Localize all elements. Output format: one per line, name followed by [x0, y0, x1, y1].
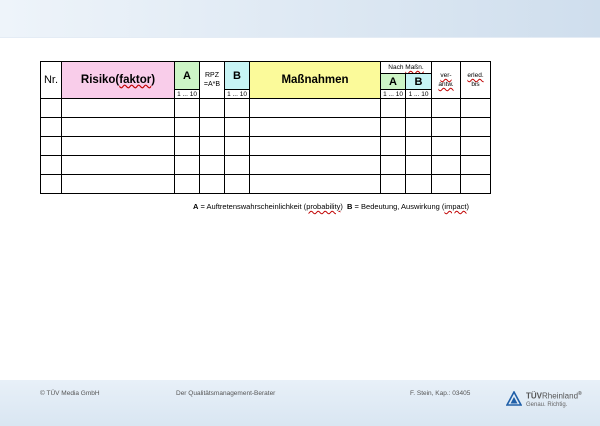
- cell-massnahmen[interactable]: [249, 155, 381, 175]
- header-a: A: [174, 61, 200, 90]
- cell-nach-b[interactable]: [405, 117, 432, 137]
- cell-risiko[interactable]: [61, 136, 175, 156]
- cell-verantw[interactable]: [431, 174, 461, 194]
- cell-erled[interactable]: [460, 155, 491, 175]
- cell-massnahmen[interactable]: [249, 136, 381, 156]
- cell-rpz[interactable]: [199, 98, 225, 118]
- header-rpz: RPZ =A*B: [199, 61, 225, 99]
- logo-tagline: Genau. Richtig.: [526, 402, 568, 408]
- table-legend: A = Auftretenswahrscheinlichkeit (probab…: [193, 202, 469, 211]
- cell-nr[interactable]: [40, 155, 62, 175]
- cell-rpz[interactable]: [199, 136, 225, 156]
- header-band: [0, 0, 600, 38]
- cell-nr[interactable]: [40, 174, 62, 194]
- cell-nach-a[interactable]: [380, 155, 406, 175]
- cell-verantw[interactable]: [431, 98, 461, 118]
- cell-massnahmen[interactable]: [249, 98, 381, 118]
- tuv-rheinland-logo: TÜVRheinland® Genau. Richtig.: [506, 389, 596, 413]
- cell-a[interactable]: [174, 98, 200, 118]
- cell-risiko[interactable]: [61, 117, 175, 137]
- table-row: [40, 117, 491, 137]
- cell-a[interactable]: [174, 155, 200, 175]
- header-nach-a: A: [380, 73, 406, 90]
- cell-risiko[interactable]: [61, 98, 175, 118]
- cell-nach-a[interactable]: [380, 98, 406, 118]
- cell-verantw[interactable]: [431, 117, 461, 137]
- cell-nach-a[interactable]: [380, 174, 406, 194]
- header-nr: Nr.: [40, 61, 62, 99]
- cell-risiko[interactable]: [61, 155, 175, 175]
- header-risiko: Risiko(faktor): [61, 61, 175, 99]
- cell-a[interactable]: [174, 136, 200, 156]
- cell-nr[interactable]: [40, 98, 62, 118]
- cell-nach-b[interactable]: [405, 136, 432, 156]
- cell-b[interactable]: [224, 98, 250, 118]
- table-row: [40, 155, 491, 175]
- footer-copyright: © TÜV Media GmbH: [40, 390, 100, 397]
- cell-a[interactable]: [174, 117, 200, 137]
- cell-rpz[interactable]: [199, 117, 225, 137]
- cell-erled[interactable]: [460, 174, 491, 194]
- cell-b[interactable]: [224, 136, 250, 156]
- footer-reference: F. Stein, Kap.: 03405: [410, 390, 471, 397]
- cell-erled[interactable]: [460, 117, 491, 137]
- header-nach-b: B: [405, 73, 432, 90]
- cell-nach-b[interactable]: [405, 98, 432, 118]
- cell-nach-a[interactable]: [380, 117, 406, 137]
- cell-verantw[interactable]: [431, 155, 461, 175]
- cell-b[interactable]: [224, 155, 250, 175]
- header-nach-massnahmen: Nach Maßn.: [380, 61, 432, 74]
- cell-b[interactable]: [224, 117, 250, 137]
- table-row: [40, 174, 491, 194]
- cell-nr[interactable]: [40, 136, 62, 156]
- cell-massnahmen[interactable]: [249, 117, 381, 137]
- cell-rpz[interactable]: [199, 174, 225, 194]
- scale-nach-a: 1 ... 10: [380, 89, 406, 99]
- cell-erled[interactable]: [460, 98, 491, 118]
- header-massnahmen: Maßnahmen: [249, 61, 381, 99]
- cell-nach-b[interactable]: [405, 174, 432, 194]
- cell-massnahmen[interactable]: [249, 174, 381, 194]
- cell-nach-a[interactable]: [380, 136, 406, 156]
- scale-nach-b: 1 ... 10: [405, 89, 432, 99]
- cell-rpz[interactable]: [199, 155, 225, 175]
- cell-risiko[interactable]: [61, 174, 175, 194]
- header-b: B: [224, 61, 250, 90]
- cell-nr[interactable]: [40, 117, 62, 137]
- cell-erled[interactable]: [460, 136, 491, 156]
- cell-nach-b[interactable]: [405, 155, 432, 175]
- table-row: [40, 136, 491, 156]
- logo-brand: TÜVRheinland®: [526, 391, 582, 401]
- triangle-logo-icon: [506, 391, 522, 406]
- scale-a: 1 ... 10: [174, 89, 200, 99]
- cell-verantw[interactable]: [431, 136, 461, 156]
- header-erledigt-bis: erled. bis: [460, 61, 491, 99]
- header-verantwortlich: ver-antw.: [431, 61, 461, 99]
- risk-table: Nr. Risiko(faktor) A RPZ =A*B B Maßnahmen…: [40, 61, 491, 194]
- cell-b[interactable]: [224, 174, 250, 194]
- cell-a[interactable]: [174, 174, 200, 194]
- scale-b: 1 ... 10: [224, 89, 250, 99]
- footer-title: Der Qualitätsmanagement-Berater: [176, 390, 276, 397]
- table-row: [40, 98, 491, 118]
